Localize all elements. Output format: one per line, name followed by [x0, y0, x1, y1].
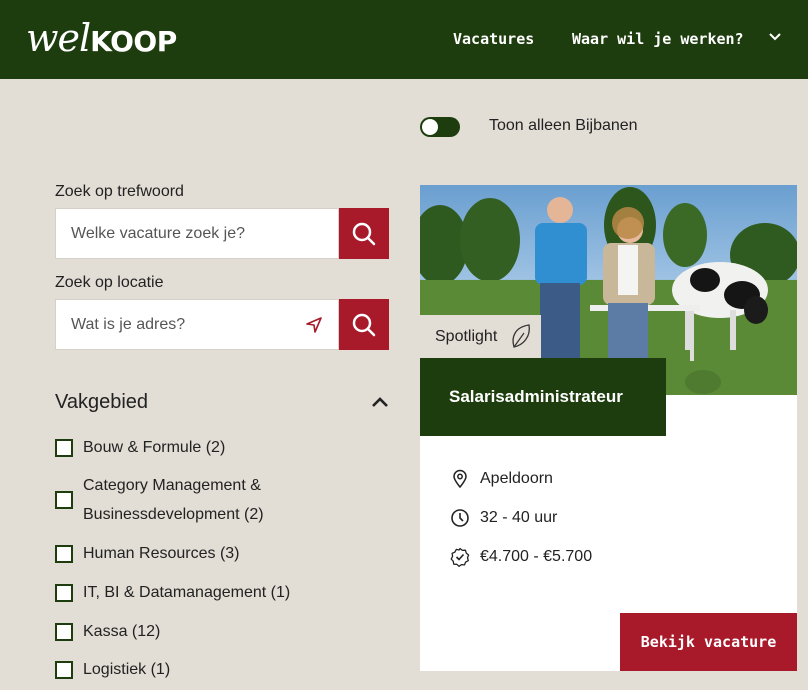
vacancy-location: Apeldoorn: [450, 469, 553, 489]
vakgebied-heading: Vakgebied: [55, 391, 149, 413]
filter-item[interactable]: Kassa (12): [55, 617, 160, 646]
filter-item[interactable]: IT, BI & Datamanagement (1): [55, 578, 290, 607]
toggle-knob: [422, 119, 438, 135]
filter-label-line: Businessdevelopment (2): [83, 506, 264, 523]
checkbox[interactable]: [55, 545, 73, 563]
logo-block-part: KOOP: [90, 25, 177, 58]
keyword-search-label: Zoek op trefwoord: [55, 183, 184, 200]
chevron-down-icon[interactable]: [768, 32, 782, 42]
search-icon: [352, 222, 376, 245]
nav-vacatures-link[interactable]: Vacatures: [453, 30, 534, 48]
spotlight-badge: Spotlight: [420, 315, 541, 358]
checkbox[interactable]: [55, 623, 73, 641]
filter-label: Human Resources (3): [83, 545, 240, 562]
checkbox[interactable]: [55, 491, 73, 509]
bekijk-vacature-button[interactable]: Bekijk vacature: [620, 613, 797, 671]
bijbanen-toggle-label: Toon alleen Bijbanen: [489, 117, 638, 134]
location-search-input[interactable]: [55, 299, 339, 350]
keyword-search-input[interactable]: [55, 208, 339, 259]
location-text: Apeldoorn: [480, 470, 553, 487]
filter-label: IT, BI & Datamanagement (1): [83, 584, 291, 601]
location-search-button[interactable]: [339, 299, 389, 350]
badge-check-icon: [450, 547, 470, 567]
logo-script-part: wel: [26, 16, 91, 60]
search-icon: [352, 313, 376, 336]
checkbox[interactable]: [55, 439, 73, 457]
filter-label: Category Management & Businessdevelopmen…: [83, 471, 264, 529]
keyword-search-button[interactable]: [339, 208, 389, 259]
filter-label: Logistiek (1): [83, 661, 171, 678]
vacancy-salary: €4.700 - €5.700: [450, 547, 592, 567]
location-search-label: Zoek op locatie: [55, 274, 164, 291]
filter-label: Kassa (12): [83, 623, 161, 640]
vacancy-hours: 32 - 40 uur: [450, 508, 557, 528]
map-pin-icon: [453, 469, 467, 489]
chevron-up-icon[interactable]: [370, 395, 390, 409]
filter-item[interactable]: Logistiek (1): [55, 655, 170, 684]
filter-label: Bouw & Formule (2): [83, 439, 226, 456]
filter-item[interactable]: Category Management & Businessdevelopmen…: [55, 471, 264, 529]
vacancy-title[interactable]: Salarisadministrateur: [420, 358, 666, 436]
checkbox[interactable]: [55, 584, 73, 602]
checkbox[interactable]: [55, 661, 73, 679]
filter-label-line: Category Management &: [83, 477, 261, 494]
spotlight-label: Spotlight: [435, 327, 498, 345]
clock-icon: [451, 509, 469, 527]
hours-text: 32 - 40 uur: [480, 509, 558, 526]
filter-item[interactable]: Human Resources (3): [55, 539, 240, 568]
location-arrow-icon[interactable]: [305, 316, 323, 334]
leaf-icon: [512, 324, 530, 348]
filter-item[interactable]: Bouw & Formule (2): [55, 433, 225, 462]
salary-text: €4.700 - €5.700: [480, 548, 593, 565]
welkoop-logo[interactable]: wel KOOP: [26, 16, 177, 62]
nav-werken-dropdown[interactable]: Waar wil je werken?: [572, 30, 744, 48]
bijbanen-toggle[interactable]: [420, 117, 460, 137]
vacancy-card[interactable]: Spotlight Salarisadministrateur Apeldoor…: [420, 185, 797, 671]
site-header: wel KOOP Vacatures Waar wil je werken?: [0, 0, 808, 79]
